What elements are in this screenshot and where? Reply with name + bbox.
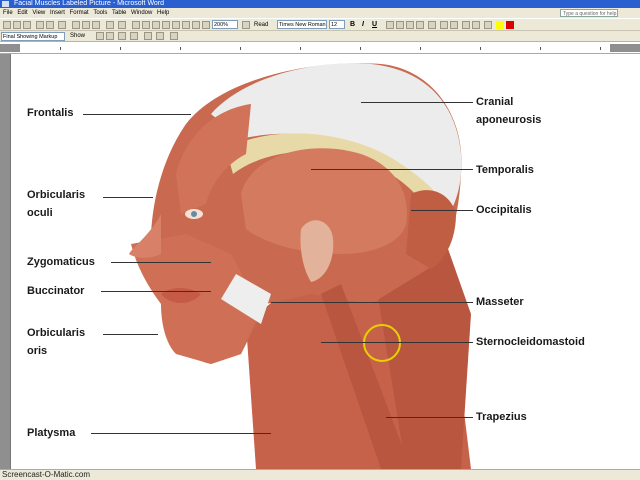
label-temporalis: Temporalis <box>476 164 534 176</box>
vertical-ruler[interactable] <box>0 54 11 469</box>
menu-tools[interactable]: Tools <box>93 8 107 18</box>
leader-sternocleidomastoid <box>321 342 473 343</box>
hyperlink-icon[interactable] <box>132 21 140 29</box>
title-bar: Facial Muscles Labeled Picture - Microso… <box>0 0 640 8</box>
paste-icon[interactable] <box>92 21 100 29</box>
zoom-select[interactable]: 200% <box>212 20 238 29</box>
align-right-icon[interactable] <box>406 21 414 29</box>
bullets-icon[interactable] <box>450 21 458 29</box>
numbering-icon[interactable] <box>440 21 448 29</box>
font-color-icon[interactable] <box>506 21 514 29</box>
font-size-select[interactable]: 12 <box>329 20 345 29</box>
menu-format[interactable]: Format <box>70 8 89 18</box>
menu-table[interactable]: Table <box>112 8 126 18</box>
menu-file[interactable]: File <box>3 8 13 18</box>
screencast-watermark: Screencast-O-Matic.com <box>2 470 91 479</box>
previous-change-icon[interactable] <box>96 32 104 40</box>
underline-button[interactable]: U <box>372 20 377 29</box>
increase-indent-icon[interactable] <box>472 21 480 29</box>
standard-toolbar: 200% Read Times New Roman 12 B I U <box>0 18 640 31</box>
label-orbicularis-oculi-line1: Orbicularis <box>27 189 86 201</box>
menu-insert[interactable]: Insert <box>50 8 65 18</box>
label-orbicularis-oris-line1: Orbicularis <box>27 327 86 339</box>
bold-button[interactable]: B <box>350 20 355 29</box>
menu-edit[interactable]: Edit <box>17 8 27 18</box>
menu-window[interactable]: Window <box>131 8 152 18</box>
leader-masseter <box>271 302 473 303</box>
menu-bar: File Edit View Insert Format Tools Table… <box>0 8 640 18</box>
help-search-input[interactable]: Type a question for help <box>560 9 618 17</box>
new-document-icon[interactable] <box>3 21 11 29</box>
leader-occipitalis <box>411 210 473 211</box>
head-muscles-illustration <box>129 63 471 469</box>
font-name-select[interactable]: Times New Roman <box>277 20 327 29</box>
align-left-icon[interactable] <box>386 21 394 29</box>
label-buccinator: Buccinator <box>27 285 85 297</box>
leader-trapezius <box>386 417 473 418</box>
save-icon[interactable] <box>23 21 31 29</box>
label-cranial-aponeurosis-line1: Cranial <box>476 96 514 108</box>
align-center-icon[interactable] <box>396 21 404 29</box>
leader-cranial-aponeurosis <box>361 102 473 103</box>
cut-icon[interactable] <box>72 21 80 29</box>
label-occipitalis: Occipitalis <box>476 204 532 216</box>
label-sternocleidomastoid: Sternocleidomastoid <box>476 336 585 348</box>
justify-icon[interactable] <box>416 21 424 29</box>
label-zygomaticus: Zygomaticus <box>27 256 95 268</box>
document-page[interactable]: Frontalis Cranial aponeurosis Temporalis… <box>11 54 640 469</box>
border-icon[interactable] <box>484 21 492 29</box>
accept-change-icon[interactable] <box>118 32 126 40</box>
leader-platysma <box>91 433 271 434</box>
spelling-icon[interactable] <box>58 21 66 29</box>
label-frontalis: Frontalis <box>27 107 74 119</box>
reject-change-icon[interactable] <box>130 32 138 40</box>
label-cranial-aponeurosis-line2: aponeurosis <box>476 114 542 126</box>
leader-temporalis <box>311 169 473 170</box>
word-app-icon <box>2 1 9 7</box>
leader-zygomaticus <box>111 262 211 263</box>
status-bar: Screencast-O-Matic.com <box>0 469 640 480</box>
leader-orbicularis-oris <box>103 334 158 335</box>
label-orbicularis-oris-line2: oris <box>27 345 48 357</box>
track-changes-icon[interactable] <box>156 32 164 40</box>
drawing-icon[interactable] <box>182 21 190 29</box>
print-preview-icon[interactable] <box>46 21 54 29</box>
tables-icon[interactable] <box>142 21 150 29</box>
show-hide-icon[interactable] <box>202 21 210 29</box>
help-icon[interactable] <box>242 21 250 29</box>
highlight-icon[interactable] <box>496 21 504 29</box>
columns-icon[interactable] <box>172 21 180 29</box>
next-change-icon[interactable] <box>106 32 114 40</box>
insert-comment-icon[interactable] <box>144 32 152 40</box>
leader-buccinator <box>101 291 211 292</box>
show-menu-button[interactable]: Show <box>70 31 85 41</box>
label-trapezius: Trapezius <box>476 411 527 423</box>
undo-icon[interactable] <box>106 21 114 29</box>
open-icon[interactable] <box>13 21 21 29</box>
reviewing-toolbar: Final Showing Markup Show <box>0 31 640 42</box>
markup-view-select[interactable]: Final Showing Markup <box>1 32 65 41</box>
insert-table-icon[interactable] <box>152 21 160 29</box>
menu-help[interactable]: Help <box>157 8 169 18</box>
italic-button[interactable]: I <box>362 20 364 29</box>
label-orbicularis-oculi-line2: oculi <box>27 207 53 219</box>
redo-icon[interactable] <box>118 21 126 29</box>
print-icon[interactable] <box>36 21 44 29</box>
leader-orbicularis-oculi <box>103 197 153 198</box>
insert-excel-icon[interactable] <box>162 21 170 29</box>
line-spacing-icon[interactable] <box>428 21 436 29</box>
window-title: Facial Muscles Labeled Picture - Microso… <box>14 0 165 7</box>
copy-icon[interactable] <box>82 21 90 29</box>
document-map-icon[interactable] <box>192 21 200 29</box>
menu-view[interactable]: View <box>32 8 45 18</box>
reviewing-pane-icon[interactable] <box>170 32 178 40</box>
label-masseter: Masseter <box>476 296 524 308</box>
leader-frontalis <box>83 114 191 115</box>
label-platysma: Platysma <box>27 427 76 439</box>
decrease-indent-icon[interactable] <box>462 21 470 29</box>
horizontal-ruler[interactable] <box>0 42 640 54</box>
read-button[interactable]: Read <box>254 20 268 30</box>
